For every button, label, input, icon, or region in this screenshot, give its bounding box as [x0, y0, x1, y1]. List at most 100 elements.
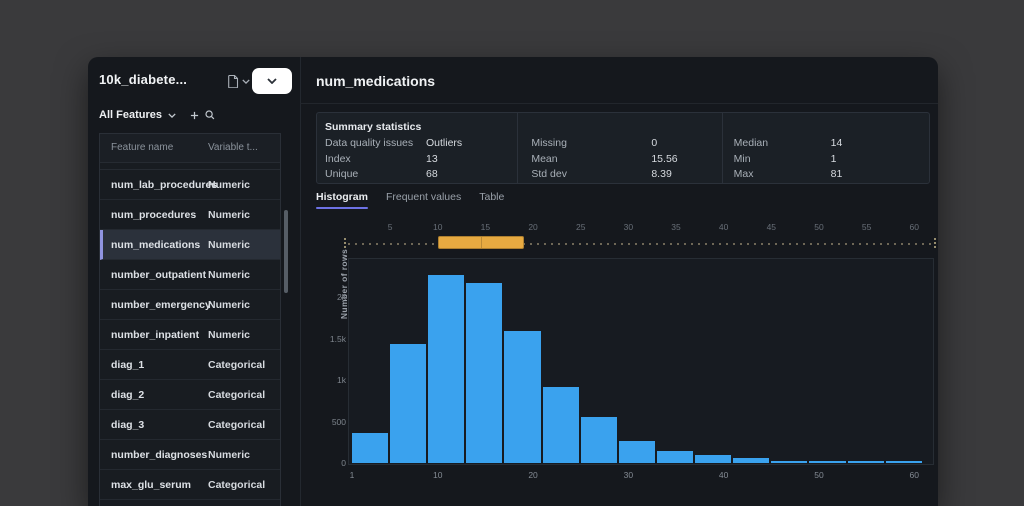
- slider-tick-35: 35: [671, 222, 681, 232]
- sidebar: 10k_diabete... All Features Feature name…: [88, 57, 300, 506]
- stat-value: 13: [426, 152, 438, 165]
- variable-type: Numeric: [208, 209, 251, 221]
- histogram-bar-53: [847, 461, 884, 463]
- histogram-bar-21: [542, 386, 579, 463]
- x-tick-60: 60: [909, 470, 919, 480]
- features-filter-bar: All Features: [99, 107, 215, 123]
- y-tick-2k: 2k: [337, 292, 346, 302]
- slider-tick-15: 15: [480, 222, 491, 232]
- summary-header: Summary statistics: [325, 121, 422, 133]
- scrollbar[interactable]: [284, 210, 288, 293]
- stat-value: 1: [830, 152, 837, 165]
- feature-name: diag_2: [111, 389, 145, 401]
- slider-tick-30: 30: [623, 222, 634, 232]
- dataset-title[interactable]: 10k_diabete...: [99, 72, 187, 87]
- stat-label: Mean: [531, 152, 558, 165]
- feature-row-partial[interactable]: [100, 500, 280, 506]
- variable-type: Categorical: [208, 479, 266, 491]
- variable-type: Categorical: [208, 389, 266, 401]
- range-slider-selection[interactable]: [437, 236, 524, 249]
- slider-tick-5: 5: [387, 222, 393, 232]
- feature-name: num_medications: [111, 239, 201, 251]
- chevron-down-icon[interactable]: [168, 112, 176, 118]
- feature-row-diag_3[interactable]: diag_3 Categorical: [100, 410, 280, 440]
- variable-type: Numeric: [208, 239, 251, 251]
- stat-label: Min: [733, 152, 751, 165]
- feature-name: num_procedures: [111, 209, 197, 221]
- feature-row-diag_2[interactable]: diag_2 Categorical: [100, 380, 280, 410]
- stat-label: Data quality issues: [325, 137, 414, 149]
- feature-row-num_procedures[interactable]: num_procedures Numeric: [100, 200, 280, 230]
- range-slider-right-handle[interactable]: [934, 238, 936, 249]
- feature-name: number_diagnoses: [111, 449, 208, 461]
- summary-panel: Summary statistics Data quality issues Out…: [316, 112, 930, 184]
- feature-row-number_inpatient[interactable]: number_inpatient Numeric: [100, 320, 280, 350]
- stat-label: Max: [733, 168, 754, 180]
- y-tick-500: 500: [331, 416, 346, 427]
- stat-value: 8.39: [651, 168, 672, 180]
- feature-row-diag_1[interactable]: diag_1 Categorical: [100, 350, 280, 380]
- stat-label: Index: [325, 152, 351, 165]
- stat-value: 0: [651, 137, 658, 149]
- histogram-plot-area[interactable]: [348, 258, 934, 465]
- tab-frequent-values[interactable]: Frequent values: [386, 191, 461, 209]
- chevron-down-icon: [267, 78, 277, 84]
- feature-name: num_lab_procedures: [111, 179, 218, 191]
- features-filter-dropdown[interactable]: All Features: [99, 109, 162, 121]
- range-slider-track[interactable]: [348, 243, 932, 245]
- slider-tick-10: 10: [433, 222, 443, 232]
- add-icon[interactable]: [190, 111, 199, 120]
- feature-row-number_emergency[interactable]: number_emergency Numeric: [100, 290, 280, 320]
- histogram-bar-37: [695, 455, 732, 463]
- variable-type: Numeric: [208, 449, 251, 461]
- summary-column-0: Summary statistics Data quality issues Out…: [317, 113, 517, 183]
- y-tick-1k: 1k: [337, 375, 346, 385]
- slider-tick-25: 25: [575, 222, 586, 232]
- scrolled-row-sliver: [100, 163, 280, 170]
- main-panel: num_medications Summary statistics Data q…: [300, 57, 938, 506]
- histogram-bar-1: [352, 433, 389, 463]
- histogram-bar-49: [809, 461, 846, 463]
- stat-label: Missing: [531, 137, 567, 149]
- stat-value: 14: [830, 137, 843, 149]
- summary-column-1: Missing 0 Mean 15.56 Std dev 8.39: [517, 113, 721, 183]
- search-icon[interactable]: [205, 110, 215, 120]
- feature-row-number_outpatient[interactable]: number_outpatient Numeric: [100, 260, 280, 290]
- histogram-bar-13: [466, 282, 503, 463]
- tab-table[interactable]: Table: [479, 191, 504, 209]
- panel-expand-button[interactable]: [252, 68, 292, 94]
- feature-row-max_glu_serum[interactable]: max_glu_serum Categorical: [100, 470, 280, 500]
- stat-label: Std dev: [531, 168, 567, 180]
- feature-row-num_lab_procedures[interactable]: num_lab_procedures Numeric: [100, 170, 280, 200]
- feature-name: number_outpatient: [111, 269, 207, 281]
- feature-name: diag_1: [111, 359, 145, 371]
- variable-type: Numeric: [208, 329, 251, 341]
- column-header-variable-type: Variable t...: [208, 142, 258, 153]
- slider-tick-20: 20: [528, 222, 538, 232]
- slider-tick-40: 40: [718, 222, 729, 232]
- feature-row-num_medications[interactable]: num_medications Numeric: [100, 230, 280, 260]
- feature-name: max_glu_serum: [111, 479, 191, 491]
- histogram-bar-41: [733, 457, 770, 463]
- histogram-bar-45: [771, 460, 808, 463]
- histogram-bar-17: [504, 331, 541, 463]
- app-window: 10k_diabete... All Features Feature name…: [88, 57, 938, 506]
- page-title: num_medications: [316, 73, 436, 89]
- histogram-bar-25: [580, 417, 617, 463]
- desktop-background: 10k_diabete... All Features Feature name…: [0, 0, 1024, 506]
- slider-tick-50: 50: [814, 222, 824, 232]
- feature-name: number_inpatient: [111, 329, 200, 341]
- stat-value: 68: [426, 168, 438, 180]
- column-header-feature-name: Feature name: [111, 142, 174, 153]
- stat-value: 15.56: [651, 152, 678, 165]
- x-tick-30: 30: [623, 470, 634, 480]
- histogram-bar-57: [885, 461, 922, 463]
- variable-type: Numeric: [208, 179, 251, 191]
- chevron-down-icon[interactable]: [242, 79, 250, 84]
- stat-label: Median: [733, 137, 769, 149]
- variable-type: Categorical: [208, 419, 266, 431]
- slider-tick-55: 55: [861, 222, 872, 232]
- feature-row-number_diagnoses[interactable]: number_diagnoses Numeric: [100, 440, 280, 470]
- file-icon[interactable]: [228, 75, 239, 88]
- histogram-bar-29: [618, 440, 655, 463]
